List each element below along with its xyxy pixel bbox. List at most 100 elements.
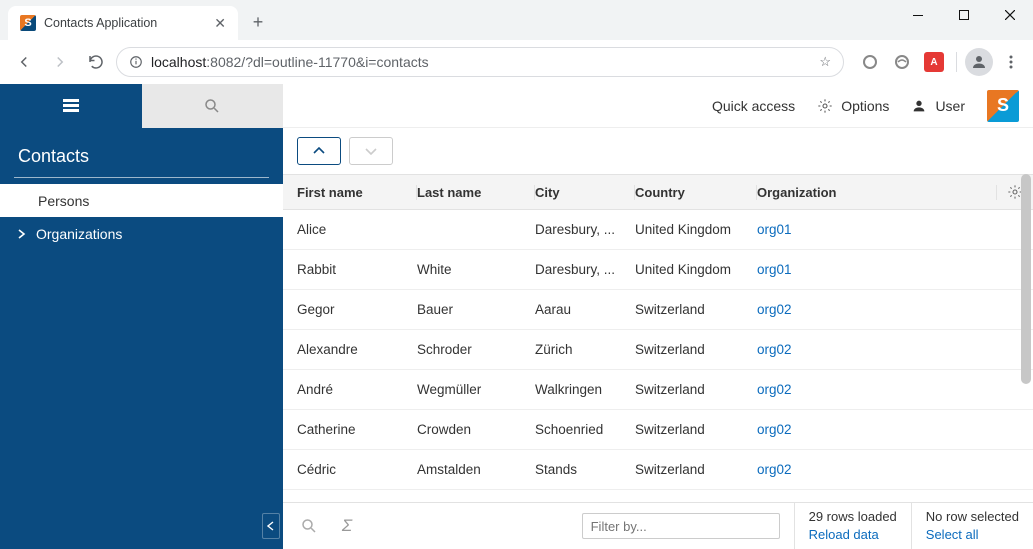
window-controls: [895, 0, 1033, 30]
app: Contacts Persons Organizations Quick acc…: [0, 84, 1033, 549]
select-all-link[interactable]: Select all: [926, 526, 1019, 544]
back-button[interactable]: [8, 46, 40, 78]
cell-city: Zürich: [535, 342, 635, 357]
cell-organization[interactable]: org02: [757, 462, 997, 477]
forward-button[interactable]: [44, 46, 76, 78]
app-logo[interactable]: S: [987, 90, 1019, 122]
table-body: AliceDaresbury, ...United Kingdomorg01Ra…: [283, 210, 1033, 502]
cell-first-name: Cédric: [297, 462, 417, 477]
cell-last-name: Amstalden: [417, 462, 535, 477]
col-organization[interactable]: Organization: [757, 185, 997, 200]
options-button[interactable]: Options: [817, 98, 889, 114]
table-row[interactable]: AlexandreSchroderZürichSwitzerlandorg02: [283, 330, 1033, 370]
expand-down-button[interactable]: [349, 137, 393, 165]
cell-country: United Kingdom: [635, 262, 757, 277]
titlebar: Contacts Application ✕ +: [0, 0, 1033, 40]
cell-organization[interactable]: org02: [757, 422, 997, 437]
cell-country: Switzerland: [635, 302, 757, 317]
cell-country: United Kingdom: [635, 222, 757, 237]
sidebar-item-persons[interactable]: Persons: [0, 184, 283, 217]
menu-button[interactable]: [997, 48, 1025, 76]
table-row[interactable]: RabbitWhiteDaresbury, ...United Kingdomo…: [283, 250, 1033, 290]
url-field[interactable]: localhost:8082/?dl=outline-11770&i=conta…: [116, 47, 844, 77]
new-tab-button[interactable]: +: [244, 8, 272, 36]
url-text: localhost:8082/?dl=outline-11770&i=conta…: [151, 54, 429, 70]
favicon-icon: [20, 15, 36, 31]
main: Quick access Options User S First name L…: [283, 84, 1033, 549]
cell-first-name: Alice: [297, 222, 417, 237]
collapse-sidebar-button[interactable]: [262, 513, 280, 539]
chevron-right-icon: [18, 229, 26, 239]
table-row[interactable]: CédricAmstaldenStandsSwitzerlandorg02: [283, 450, 1033, 490]
sidebar-item-organizations[interactable]: Organizations: [0, 217, 283, 250]
user-icon: [911, 98, 927, 114]
user-label: User: [935, 98, 965, 114]
search-icon: [203, 97, 221, 115]
cell-organization[interactable]: org02: [757, 382, 997, 397]
profile-button[interactable]: [965, 48, 993, 76]
reload-data-link[interactable]: Reload data: [809, 526, 897, 544]
rows-loaded-text: 29 rows loaded: [809, 508, 897, 526]
tab-close-icon[interactable]: ✕: [214, 16, 226, 30]
table: First name Last name City Country Organi…: [283, 174, 1033, 502]
quick-access-button[interactable]: Quick access: [712, 98, 795, 114]
table-header: First name Last name City Country Organi…: [283, 174, 1033, 210]
sidebar-heading: Contacts: [0, 128, 283, 177]
col-last-name[interactable]: Last name: [417, 185, 535, 200]
bookmark-star-icon[interactable]: ☆: [819, 54, 831, 70]
outline-tab[interactable]: [0, 84, 142, 128]
sidebar-underline: [14, 177, 269, 178]
cell-first-name: André: [297, 382, 417, 397]
cell-city: Aarau: [535, 302, 635, 317]
table-row[interactable]: AliceDaresbury, ...United Kingdomorg01: [283, 210, 1033, 250]
table-row[interactable]: CatherineCrowdenSchoenriedSwitzerlandorg…: [283, 410, 1033, 450]
tab-title: Contacts Application: [44, 16, 206, 30]
footer-sum-button[interactable]: Σ: [335, 516, 359, 536]
maximize-button[interactable]: [941, 0, 987, 30]
extension-icon-2[interactable]: [888, 48, 916, 76]
cell-country: Switzerland: [635, 342, 757, 357]
cell-first-name: Rabbit: [297, 262, 417, 277]
cell-first-name: Catherine: [297, 422, 417, 437]
cell-organization[interactable]: org02: [757, 342, 997, 357]
cell-last-name: Bauer: [417, 302, 535, 317]
col-country[interactable]: Country: [635, 185, 757, 200]
table-row[interactable]: GegorBauerAarauSwitzerlandorg02: [283, 290, 1033, 330]
table-row[interactable]: AndréWegmüllerWalkringenSwitzerlandorg02: [283, 370, 1033, 410]
quick-access-label: Quick access: [712, 98, 795, 114]
minimize-button[interactable]: [895, 0, 941, 30]
cell-last-name: White: [417, 262, 535, 277]
cell-organization[interactable]: org01: [757, 262, 997, 277]
close-window-button[interactable]: [987, 0, 1033, 30]
user-button[interactable]: User: [911, 98, 965, 114]
vertical-scrollbar[interactable]: [1021, 174, 1031, 384]
cell-first-name: Alexandre: [297, 342, 417, 357]
filter-input[interactable]: [582, 513, 780, 539]
footer-search-button[interactable]: [297, 517, 321, 535]
options-label: Options: [841, 98, 889, 114]
browser-chrome: Contacts Application ✕ + localhost:8082/…: [0, 0, 1033, 84]
cell-organization[interactable]: org02: [757, 302, 997, 317]
no-row-selected-text: No row selected: [926, 508, 1019, 526]
col-first-name[interactable]: First name: [297, 185, 417, 200]
browser-tab[interactable]: Contacts Application ✕: [8, 6, 238, 40]
divider: [956, 52, 957, 72]
sidebar-top-tabs: [0, 84, 283, 128]
cell-first-name: Gegor: [297, 302, 417, 317]
cell-city: Schoenried: [535, 422, 635, 437]
search-tab[interactable]: [142, 84, 284, 128]
cell-country: Switzerland: [635, 382, 757, 397]
collapse-up-button[interactable]: [297, 137, 341, 165]
cell-organization[interactable]: org01: [757, 222, 997, 237]
address-bar: localhost:8082/?dl=outline-11770&i=conta…: [0, 40, 1033, 84]
extension-icon-3[interactable]: A: [920, 48, 948, 76]
cell-last-name: Wegmüller: [417, 382, 535, 397]
reload-button[interactable]: [80, 46, 112, 78]
sidebar: Contacts Persons Organizations: [0, 84, 283, 549]
cell-city: Stands: [535, 462, 635, 477]
col-city[interactable]: City: [535, 185, 635, 200]
gear-icon: [817, 98, 833, 114]
extension-icon-1[interactable]: [856, 48, 884, 76]
footer-status-selection: No row selected Select all: [911, 503, 1019, 549]
cell-country: Switzerland: [635, 422, 757, 437]
